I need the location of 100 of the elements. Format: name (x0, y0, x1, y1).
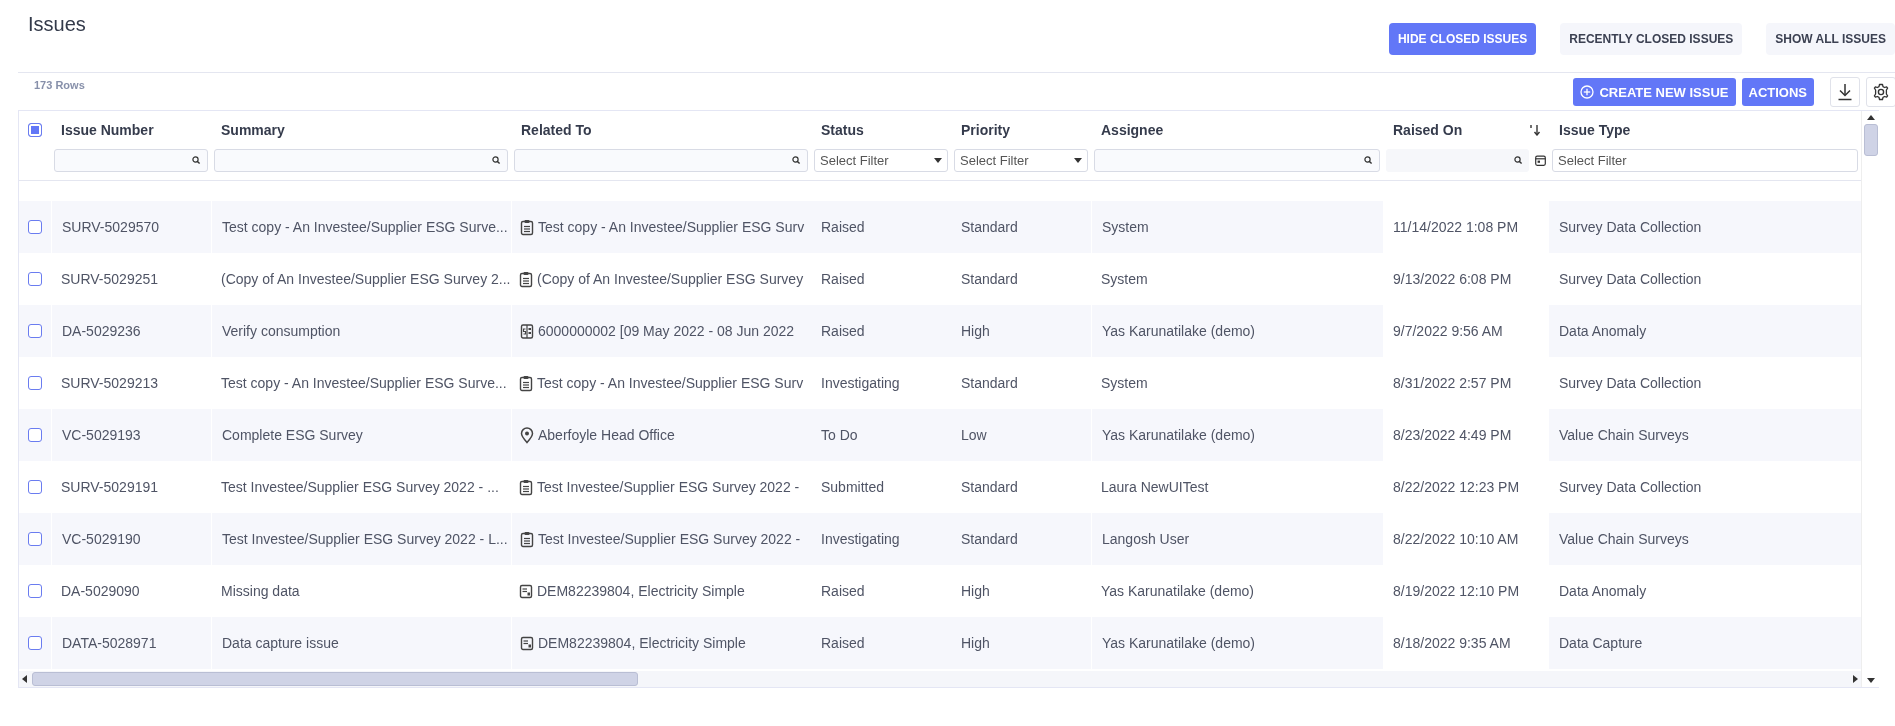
issue-number-cell[interactable]: DA-5029090 (61, 583, 140, 599)
row-checkbox[interactable] (28, 532, 42, 546)
view-filter-button[interactable]: SHOW ALL ISSUES (1766, 23, 1895, 55)
issue-number-cell[interactable]: DATA-5028971 (62, 635, 157, 651)
row-checkbox[interactable] (28, 636, 42, 650)
scroll-right-icon[interactable] (1853, 675, 1858, 683)
row-checkbox[interactable] (28, 584, 42, 598)
issue-number-cell[interactable]: SURV-5029213 (61, 375, 159, 391)
related-to-cell: Test Investee/Supplier ESG Survey 2022 - (537, 479, 800, 495)
status-cell: To Do (821, 427, 858, 443)
column-header[interactable]: Status (821, 122, 864, 138)
filter-dropdown[interactable]: Select Filter (1552, 149, 1858, 172)
summary-cell: Complete ESG Survey (222, 427, 363, 443)
filter-dropdown[interactable]: Select Filter (954, 149, 1088, 172)
priority-cell: High (961, 635, 990, 651)
issue-number-cell[interactable]: DA-5029236 (62, 323, 141, 339)
row-checkbox[interactable] (28, 220, 42, 234)
date-filter-field[interactable] (1386, 149, 1529, 172)
assignee-cell: System (1101, 271, 1148, 287)
summary-cell: Test copy - An Investee/Supplier ESG Surve... (221, 375, 507, 391)
create-issue-button[interactable]: CREATE NEW ISSUE (1573, 78, 1736, 106)
status-cell: Raised (821, 323, 865, 339)
column-header[interactable]: Priority (961, 122, 1010, 138)
scroll-left-icon[interactable] (22, 675, 27, 683)
status-cell: Investigating (821, 375, 900, 391)
settings-icon (1872, 83, 1890, 101)
priority-cell: Standard (961, 479, 1018, 495)
priority-cell: Standard (961, 219, 1018, 235)
assignee-cell: Langosh User (1102, 531, 1190, 547)
priority-cell: Standard (961, 375, 1018, 391)
summary-cell: Missing data (221, 583, 300, 599)
filter-field[interactable] (54, 149, 208, 172)
search-icon (192, 156, 201, 165)
actions-button[interactable]: ACTIONS (1741, 78, 1814, 106)
issue-type-cell: Survey Data Collection (1559, 271, 1702, 287)
assignee-cell: System (1101, 375, 1148, 391)
row-count: 173 Rows (34, 79, 85, 91)
assignee-cell: Yas Karunatilake (demo) (1102, 427, 1256, 443)
select-all-checkbox[interactable] (28, 123, 42, 137)
settings-button[interactable] (1866, 77, 1895, 107)
calendar-icon (1535, 155, 1546, 166)
issue-number-cell[interactable]: SURV-5029251 (61, 271, 159, 287)
scroll-up-icon[interactable] (1866, 115, 1875, 120)
row-checkbox[interactable] (28, 376, 42, 390)
related-to-cell: Test copy - An Investee/Supplier ESG Surv (537, 375, 804, 391)
raised-on-cell: 9/7/2022 9:56 AM (1393, 323, 1503, 339)
row-checkbox[interactable] (28, 480, 42, 494)
clipboard-icon (519, 270, 533, 288)
filter-field[interactable] (514, 149, 808, 172)
status-cell: Raised (821, 635, 865, 651)
column-header[interactable]: Summary (221, 122, 285, 138)
raised-on-cell: 11/14/2022 1:08 PM (1393, 219, 1519, 235)
priority-cell: Standard (961, 271, 1018, 287)
priority-cell: Low (961, 427, 987, 443)
issue-number-cell[interactable]: VC-5029190 (62, 531, 141, 547)
issue-type-cell: Data Capture (1559, 635, 1643, 651)
assignee-cell: Yas Karunatilake (demo) (1101, 583, 1255, 599)
priority-cell: High (961, 583, 990, 599)
download-icon (1837, 83, 1853, 101)
column-header[interactable]: Issue Number (61, 122, 154, 138)
summary-cell: Data capture issue (222, 635, 339, 651)
status-cell: Investigating (821, 531, 900, 547)
issue-type-cell: Value Chain Surveys (1559, 531, 1689, 547)
column-header[interactable]: Issue Type (1559, 122, 1631, 138)
view-filter-button[interactable]: RECENTLY CLOSED ISSUES (1560, 23, 1743, 55)
column-header[interactable]: Assignee (1101, 122, 1164, 138)
issue-type-cell: Survey Data Collection (1559, 219, 1702, 235)
sort-button[interactable] (1529, 124, 1541, 136)
row-checkbox[interactable] (28, 324, 42, 338)
summary-cell: Test Investee/Supplier ESG Survey 2022 - L... (222, 531, 508, 547)
sort-icon (1529, 124, 1541, 136)
calendar-button[interactable] (1535, 155, 1546, 166)
issue-number-cell[interactable]: SURV-5029570 (62, 219, 160, 235)
issue-number-cell[interactable]: SURV-5029191 (61, 479, 159, 495)
clipboard-icon (519, 478, 533, 496)
vertical-scrollbar[interactable] (1861, 111, 1879, 687)
download-button[interactable] (1830, 77, 1860, 107)
related-to-cell: DEM82239804, Electricity Simple (537, 583, 745, 599)
view-filter-button[interactable]: HIDE CLOSED ISSUES (1388, 23, 1537, 55)
summary-cell: (Copy of An Investee/Supplier ESG Survey 2... (221, 271, 511, 287)
raised-on-cell: 8/23/2022 4:49 PM (1393, 427, 1512, 443)
scroll-down-icon[interactable] (1866, 678, 1875, 683)
meter-icon (520, 634, 534, 652)
scrollbar-thumb[interactable] (1863, 124, 1878, 156)
row-checkbox[interactable] (28, 272, 42, 286)
filter-field[interactable] (214, 149, 508, 172)
summary-cell: Verify consumption (222, 323, 341, 339)
clipboard-icon (519, 374, 533, 392)
related-to-cell: DEM82239804, Electricity Simple (538, 635, 746, 651)
horizontal-scrollbar[interactable] (19, 671, 1861, 687)
issue-number-cell[interactable]: VC-5029193 (62, 427, 141, 443)
filter-field[interactable] (1094, 149, 1380, 172)
filter-dropdown[interactable]: Select Filter (814, 149, 948, 172)
status-cell: Raised (821, 583, 865, 599)
status-cell: Raised (821, 271, 865, 287)
row-checkbox[interactable] (28, 428, 42, 442)
scrollbar-thumb[interactable] (32, 672, 638, 686)
column-header[interactable]: Related To (521, 122, 592, 138)
column-header[interactable]: Raised On (1393, 122, 1463, 138)
assignee-cell: Laura NewUITest (1101, 479, 1209, 495)
